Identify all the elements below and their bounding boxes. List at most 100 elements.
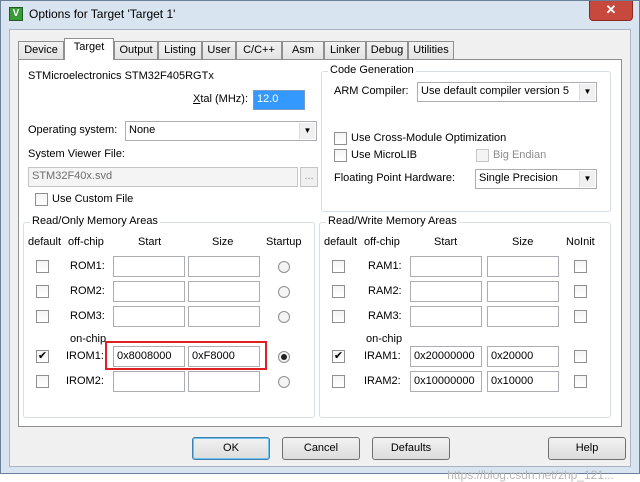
- os-select[interactable]: None ▼: [125, 121, 317, 141]
- fp-hardware-label: Floating Point Hardware:: [334, 172, 456, 184]
- irom2-default-checkbox[interactable]: [36, 375, 49, 388]
- rom3-size-input[interactable]: [188, 306, 260, 327]
- iram2-default-checkbox[interactable]: [332, 375, 345, 388]
- rw-noinit-header: NoInit: [566, 236, 595, 248]
- keil-app-icon: V: [9, 7, 23, 21]
- iram2-start-input[interactable]: 0x10000000: [410, 371, 482, 392]
- rom3-start-input[interactable]: [113, 306, 185, 327]
- rw-memory-group: Read/Write Memory Areas default off-chip…: [319, 215, 611, 418]
- ram3-noinit-checkbox[interactable]: [574, 310, 587, 323]
- rom2-label: ROM2:: [70, 285, 105, 297]
- ram2-size-input[interactable]: [487, 281, 559, 302]
- ro-start-header: Start: [138, 236, 162, 248]
- iram2-label: IRAM2:: [364, 375, 401, 387]
- ram1-size-input[interactable]: [487, 256, 559, 277]
- rom2-start-input[interactable]: [113, 281, 185, 302]
- rw-onchip-label: on-chip: [366, 333, 403, 345]
- device-name: STMicroelectronics STM32F405RGTx: [28, 70, 214, 82]
- defaults-button[interactable]: Defaults: [372, 437, 450, 460]
- rom2-size-input[interactable]: [188, 281, 260, 302]
- irom1-startup-radio[interactable]: [278, 351, 290, 363]
- window-title: Options for Target 'Target 1': [29, 7, 176, 21]
- tab-c-cpp[interactable]: C/C++: [236, 41, 282, 59]
- iram1-start-input[interactable]: 0x20000000: [410, 346, 482, 367]
- tab-target[interactable]: Target: [64, 38, 114, 60]
- xtal-input[interactable]: 12.0: [253, 90, 305, 110]
- watermark: https://blog.csdn.net/zhp_121...: [447, 468, 614, 482]
- cross-module-checkbox[interactable]: [334, 132, 347, 145]
- custom-file-label: Use Custom File: [52, 193, 134, 205]
- svd-input[interactable]: STM32F40x.svd: [28, 167, 298, 187]
- svd-label: System Viewer File:: [28, 148, 125, 160]
- ok-button[interactable]: OK: [192, 437, 270, 460]
- ram1-start-input[interactable]: [410, 256, 482, 277]
- microlib-checkbox[interactable]: [334, 149, 347, 162]
- irom1-label: IROM1:: [66, 350, 104, 362]
- arm-compiler-select[interactable]: Use default compiler version 5 ▼: [417, 82, 597, 102]
- rom1-label: ROM1:: [70, 260, 105, 272]
- tab-user[interactable]: User: [202, 41, 236, 59]
- tab-asm[interactable]: Asm: [282, 41, 324, 59]
- ro-offchip-header: off-chip: [68, 236, 104, 248]
- ram3-label: RAM3:: [368, 310, 402, 322]
- title-bar: V Options for Target 'Target 1' ✕: [1, 1, 639, 29]
- close-button[interactable]: ✕: [589, 1, 633, 21]
- arm-compiler-label: ARM Compiler:: [334, 85, 409, 97]
- ram2-noinit-checkbox[interactable]: [574, 285, 587, 298]
- ro-startup-header: Startup: [266, 236, 302, 248]
- rw-offchip-header: off-chip: [364, 236, 400, 248]
- chevron-down-icon: ▼: [579, 171, 595, 187]
- rw-default-header: default: [324, 236, 358, 248]
- irom1-default-checkbox[interactable]: ✔: [36, 350, 49, 363]
- rom1-start-input[interactable]: [113, 256, 185, 277]
- ram3-size-input[interactable]: [487, 306, 559, 327]
- options-dialog: V Options for Target 'Target 1' ✕ Device…: [0, 0, 640, 482]
- iram2-noinit-checkbox[interactable]: [574, 375, 587, 388]
- ram2-default-checkbox[interactable]: [332, 285, 345, 298]
- fp-hardware-select[interactable]: Single Precision ▼: [475, 169, 597, 189]
- iram1-noinit-checkbox[interactable]: [574, 350, 587, 363]
- ram1-label: RAM1:: [368, 260, 402, 272]
- svd-browse-button[interactable]: ...: [300, 167, 318, 187]
- ram3-start-input[interactable]: [410, 306, 482, 327]
- highlight-box: [105, 341, 267, 370]
- irom2-label: IROM2:: [66, 375, 104, 387]
- tab-linker[interactable]: Linker: [324, 41, 366, 59]
- ram1-default-checkbox[interactable]: [332, 260, 345, 273]
- iram2-size-input[interactable]: 0x10000: [487, 371, 559, 392]
- irom2-start-input[interactable]: [113, 371, 185, 392]
- tab-device[interactable]: Device: [18, 41, 64, 59]
- ro-memory-title: Read/Only Memory Areas: [30, 215, 160, 227]
- tab-utilities[interactable]: Utilities: [408, 41, 454, 59]
- rom1-size-input[interactable]: [188, 256, 260, 277]
- dialog-body: Device Target Output Listing User C/C++ …: [9, 29, 631, 482]
- ram1-noinit-checkbox[interactable]: [574, 260, 587, 273]
- rom3-startup-radio[interactable]: [278, 311, 290, 323]
- ro-size-header: Size: [212, 236, 234, 248]
- tab-listing[interactable]: Listing: [158, 41, 202, 59]
- irom2-size-input[interactable]: [188, 371, 260, 392]
- tab-output[interactable]: Output: [114, 41, 158, 59]
- ram3-default-checkbox[interactable]: [332, 310, 345, 323]
- iram1-size-input[interactable]: 0x20000: [487, 346, 559, 367]
- chevron-down-icon: ▼: [579, 84, 595, 100]
- microlib-label: Use MicroLIB: [351, 149, 418, 161]
- rom3-label: ROM3:: [70, 310, 105, 322]
- custom-file-checkbox[interactable]: [35, 193, 48, 206]
- big-endian-checkbox[interactable]: [476, 149, 489, 162]
- rom2-startup-radio[interactable]: [278, 286, 290, 298]
- rw-memory-title: Read/Write Memory Areas: [326, 215, 459, 227]
- rom3-default-checkbox[interactable]: [36, 310, 49, 323]
- rom1-default-checkbox[interactable]: [36, 260, 49, 273]
- ram2-start-input[interactable]: [410, 281, 482, 302]
- rom2-default-checkbox[interactable]: [36, 285, 49, 298]
- cancel-button[interactable]: Cancel: [282, 437, 360, 460]
- irom2-startup-radio[interactable]: [278, 376, 290, 388]
- iram1-default-checkbox[interactable]: ✔: [332, 350, 345, 363]
- tab-debug[interactable]: Debug: [366, 41, 408, 59]
- xtal-label: Xtal (MHz):: [193, 93, 249, 105]
- rom1-startup-radio[interactable]: [278, 261, 290, 273]
- cross-module-label: Use Cross-Module Optimization: [351, 132, 507, 144]
- big-endian-label: Big Endian: [493, 149, 547, 161]
- help-button[interactable]: Help: [548, 437, 626, 460]
